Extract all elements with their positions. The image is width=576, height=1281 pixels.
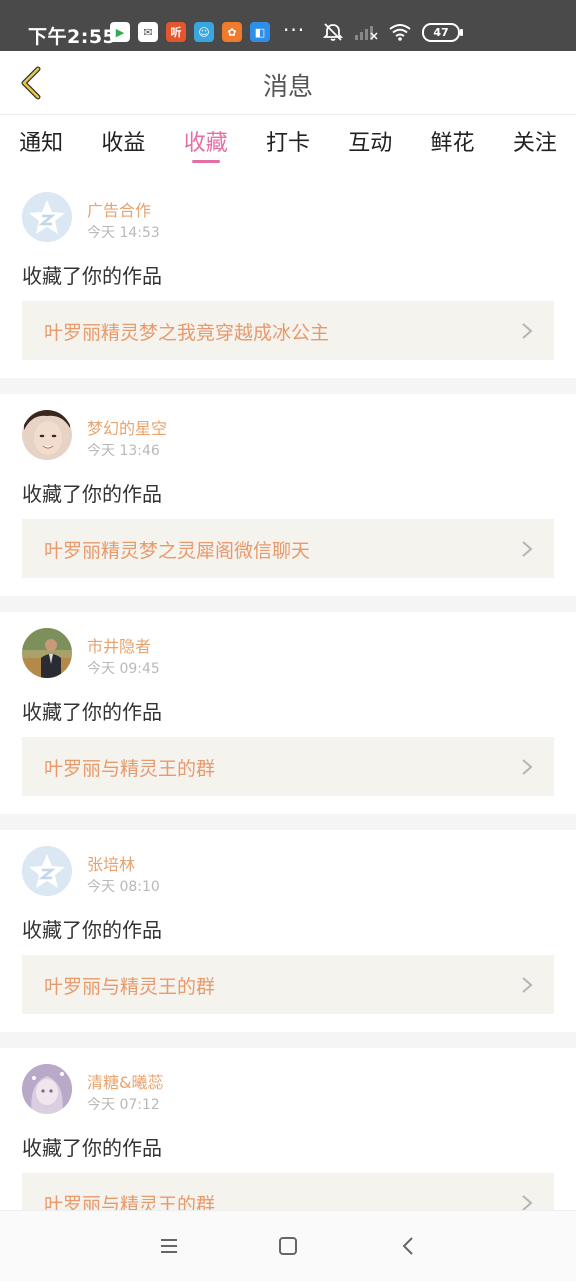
user-name[interactable]: 清糖&曦蕊 — [87, 1069, 163, 1093]
user-name[interactable]: 梦幻的星空 — [87, 415, 167, 439]
tab-earnings[interactable]: 收益 — [101, 115, 145, 167]
header-bar: 消息 — [0, 51, 576, 115]
work-title: 叶罗丽精灵梦之我竟穿越成冰公主 — [44, 322, 330, 344]
message-time: 今天 14:53 — [87, 225, 160, 241]
home-square-icon — [279, 1237, 297, 1255]
bilibili-icon: ☺ — [194, 22, 214, 42]
tab-checkin[interactable]: 打卡 — [266, 115, 310, 167]
message-action: 收藏了你的作品 — [22, 482, 162, 506]
tab-interaction[interactable]: 互动 — [348, 115, 392, 167]
default-avatar-icon — [22, 192, 72, 242]
avatar[interactable] — [22, 846, 72, 896]
work-link[interactable]: 叶罗丽与精灵王的群 — [22, 955, 554, 1014]
system-nav-bar — [0, 1210, 576, 1281]
more-notifications-icon: ··· — [283, 18, 306, 42]
default-avatar-icon — [22, 846, 72, 896]
message-action: 收藏了你的作品 — [22, 700, 162, 724]
tab-following[interactable]: 关注 — [513, 115, 557, 167]
message-time: 今天 09:45 — [87, 661, 160, 677]
message-card: 广告合作 今天 14:53 收藏了你的作品 叶罗丽精灵梦之我竟穿越成冰公主 — [0, 176, 576, 378]
status-app-icons: ▶ ✉ 听 ☺ ✿ ◧ — [110, 22, 270, 42]
avatar[interactable] — [22, 1064, 72, 1114]
tab-flowers[interactable]: 鲜花 — [431, 115, 475, 167]
work-title: 叶罗丽与精灵王的群 — [44, 976, 216, 998]
message-card: 清糖&曦蕊 今天 07:12 收藏了你的作品 叶罗丽与精灵王的群 — [0, 1048, 576, 1210]
page-title: 消息 — [262, 72, 313, 101]
user-photo-icon — [22, 1064, 72, 1114]
signal-icon — [355, 26, 378, 40]
work-link[interactable]: 叶罗丽与精灵王的群 — [22, 1173, 554, 1210]
chevron-right-icon — [522, 977, 533, 993]
message-time: 今天 13:46 — [87, 443, 160, 459]
work-title: 叶罗丽与精灵王的群 — [44, 758, 216, 780]
status-bar: 下午2:55 ▶ ✉ 听 ☺ ✿ ◧ ··· 47 — [0, 0, 576, 51]
game-app-icon: ✿ — [222, 22, 242, 42]
mail-icon: ✉ — [138, 22, 158, 42]
tab-favorites[interactable]: 收藏 — [184, 115, 228, 167]
avatar[interactable] — [22, 192, 72, 242]
work-link[interactable]: 叶罗丽与精灵王的群 — [22, 737, 554, 796]
nav-back-button[interactable] — [396, 1233, 422, 1259]
divider — [0, 378, 576, 394]
message-action: 收藏了你的作品 — [22, 1136, 162, 1160]
message-card: 张培林 今天 08:10 收藏了你的作品 叶罗丽与精灵王的群 — [0, 830, 576, 1032]
wifi-icon — [389, 24, 411, 41]
message-card: 梦幻的星空 今天 13:46 收藏了你的作品 叶罗丽精灵梦之灵犀阁微信聊天 — [0, 394, 576, 596]
message-list[interactable]: 广告合作 今天 14:53 收藏了你的作品 叶罗丽精灵梦之我竟穿越成冰公主 梦幻… — [0, 176, 576, 1210]
chevron-right-icon — [522, 323, 533, 339]
work-link[interactable]: 叶罗丽精灵梦之灵犀阁微信聊天 — [22, 519, 554, 578]
tab-notifications[interactable]: 通知 — [19, 115, 63, 167]
avatar[interactable] — [22, 410, 72, 460]
alarm-off-icon — [322, 23, 344, 41]
work-link[interactable]: 叶罗丽精灵梦之我竟穿越成冰公主 — [22, 301, 554, 360]
work-title: 叶罗丽与精灵王的群 — [44, 1194, 216, 1210]
message-card: 市井隐者 今天 09:45 收藏了你的作品 叶罗丽与精灵王的群 — [0, 612, 576, 814]
user-name[interactable]: 市井隐者 — [87, 633, 151, 657]
tab-bar: 通知 收益 收藏 打卡 互动 鲜花 关注 — [0, 115, 576, 167]
user-photo-icon — [22, 628, 72, 678]
listen-app-icon: 听 — [166, 22, 186, 42]
divider — [0, 596, 576, 612]
message-action: 收藏了你的作品 — [22, 918, 162, 942]
divider — [0, 814, 576, 830]
avatar[interactable] — [22, 628, 72, 678]
user-name[interactable]: 广告合作 — [87, 197, 151, 221]
menu-icon — [161, 1239, 177, 1253]
work-title: 叶罗丽精灵梦之灵犀阁微信聊天 — [44, 540, 311, 562]
battery-icon: 47 — [422, 22, 463, 42]
message-action: 收藏了你的作品 — [22, 264, 162, 288]
menu-button[interactable] — [156, 1233, 182, 1259]
home-button[interactable] — [275, 1233, 301, 1259]
message-time: 今天 07:12 — [87, 1097, 160, 1113]
status-time: 下午2:55 — [28, 26, 117, 48]
play-store-icon: ▶ — [110, 22, 130, 42]
blue-app-icon: ◧ — [250, 22, 270, 42]
message-time: 今天 08:10 — [87, 879, 160, 895]
chevron-right-icon — [522, 759, 533, 775]
user-photo-icon — [22, 410, 72, 460]
chevron-right-icon — [522, 541, 533, 557]
divider — [0, 1032, 576, 1048]
back-chevron-icon — [402, 1237, 413, 1255]
user-name[interactable]: 张培林 — [87, 851, 135, 875]
chevron-right-icon — [522, 1195, 533, 1210]
